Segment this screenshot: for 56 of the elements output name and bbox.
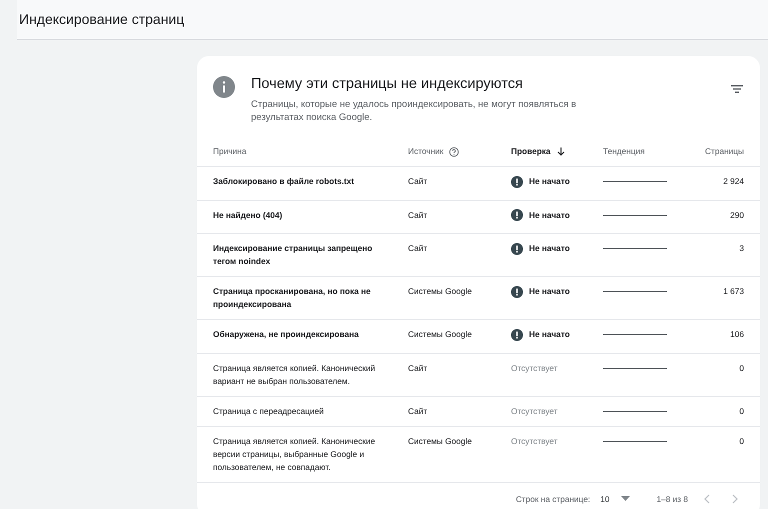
sparkline: [603, 291, 667, 292]
sparkline: [603, 440, 667, 442]
sort-arrow-icon[interactable]: [556, 147, 565, 156]
reason-text: Не найдено (404): [213, 210, 282, 220]
page-count: 3: [739, 243, 744, 254]
sparkline: [603, 368, 667, 369]
reason-text: Страница является копией. Канонический вариант не выбран пользователем.: [213, 362, 376, 386]
reason-text: Страница с переадресацией: [213, 406, 324, 416]
validation-status: Не начато: [529, 285, 570, 298]
source-text: Системы Google: [408, 329, 472, 340]
validation-status: Не начато: [529, 242, 570, 256]
sparkline: [603, 334, 667, 336]
reason-text: Обнаружена, не проиндексирована: [213, 329, 359, 340]
caret-icon: [621, 496, 630, 502]
page-count: 2 924: [723, 176, 744, 186]
source-text: Сайт: [408, 362, 428, 373]
page-range: 1–8 из 8: [656, 492, 688, 505]
rows-per-page-label: Строк на странице:: [516, 492, 590, 505]
validation-status: Отсутствует: [511, 434, 558, 448]
validation-status: Не начато: [529, 328, 570, 342]
card-title: Почему эти страницы не индексируются: [251, 76, 524, 94]
card-subtitle: Страницы, которые не удалось проиндексировать, не могут появляться в результатах поиска Google.: [251, 99, 578, 126]
sparkline: [603, 214, 667, 216]
sort-header[interactable]: Проверка: [511, 145, 551, 158]
column-header: Источник: [408, 145, 444, 158]
info-icon: [213, 76, 235, 98]
filter-icon[interactable]: [730, 82, 744, 96]
rows-per-page-select[interactable]: 10: [600, 494, 630, 503]
validation-status: Не начато: [529, 208, 570, 222]
help-icon[interactable]: [449, 146, 460, 157]
reason-text: Страница является копией. Канонические версии страницы, выбранные Google и пользователем, не совпадают.: [213, 436, 376, 472]
column-header: Страницы: [705, 145, 744, 158]
page-count: 0: [739, 436, 744, 446]
page-title: Индексирование страниц: [19, 10, 184, 29]
page-count: 1 673: [723, 286, 744, 296]
source-text: Сайт: [408, 210, 428, 220]
column-header: Тенденция: [603, 145, 645, 158]
source-text: Сайт: [408, 406, 428, 416]
reason-text: Индексирование страницы запрещено тегом noindex: [213, 243, 372, 266]
validation-status: Отсутствует: [511, 362, 558, 375]
page-count: 0: [739, 406, 744, 416]
column-header: Причина: [213, 145, 246, 158]
sparkline: [603, 181, 667, 182]
sparkline: [603, 410, 667, 412]
sparkline: [603, 248, 667, 250]
page-count: 290: [730, 210, 744, 220]
reason-text: Страница просканирована, но пока не проиндексирована: [213, 286, 371, 310]
page-count: 0: [739, 362, 744, 373]
source-text: Сайт: [408, 176, 428, 186]
source-text: Системы Google: [408, 286, 472, 296]
validation-status: Отсутствует: [511, 404, 558, 418]
source-text: Системы Google: [408, 436, 472, 446]
reason-text: Заблокировано в файле robots.txt: [213, 176, 354, 186]
page-count: 106: [730, 329, 744, 340]
validation-status: Не начато: [529, 175, 570, 188]
source-text: Сайт: [408, 243, 428, 254]
